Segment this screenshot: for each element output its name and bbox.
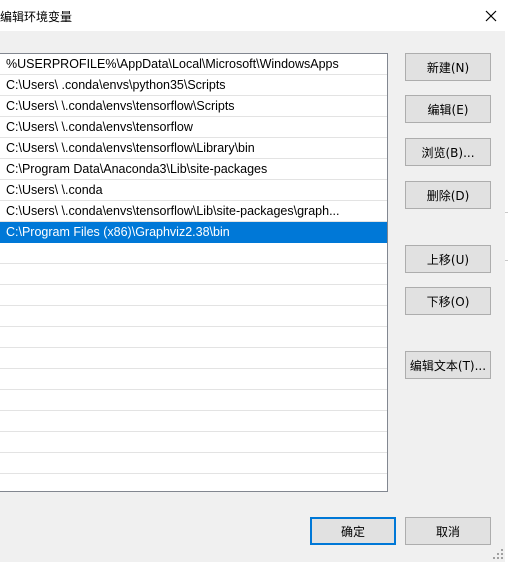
close-button[interactable] xyxy=(474,0,508,31)
path-list[interactable]: %USERPROFILE%\AppData\Local\Microsoft\Wi… xyxy=(0,53,388,492)
list-item-empty[interactable] xyxy=(0,327,387,348)
move-down-button[interactable]: 下移(O) xyxy=(405,287,491,315)
edit-button[interactable]: 编辑(E) xyxy=(405,95,491,123)
list-item-empty[interactable] xyxy=(0,369,387,390)
list-item[interactable]: C:\Users\ \.conda xyxy=(0,180,387,201)
list-item-empty[interactable] xyxy=(0,285,387,306)
move-up-button[interactable]: 上移(U) xyxy=(405,245,491,273)
list-item-empty[interactable] xyxy=(0,411,387,432)
cancel-button[interactable]: 取消 xyxy=(405,517,491,545)
list-item[interactable]: C:\Program Data\Anaconda3\Lib\site-packa… xyxy=(0,159,387,180)
list-item-empty[interactable] xyxy=(0,348,387,369)
list-item[interactable]: C:\Users\ \.conda\envs\tensorflow\Script… xyxy=(0,96,387,117)
list-item-empty[interactable] xyxy=(0,453,387,474)
list-item-empty[interactable] xyxy=(0,306,387,327)
window-title: 编辑环境变量 xyxy=(0,10,73,24)
list-item-selected[interactable]: C:\Program Files (x86)\Graphviz2.38\bin xyxy=(0,222,387,243)
title-bar: 编辑环境变量 xyxy=(0,0,508,31)
ok-button[interactable]: 确定 xyxy=(310,517,396,545)
close-icon xyxy=(485,10,497,21)
browse-button[interactable]: 浏览(B)... xyxy=(405,138,491,166)
list-item[interactable]: C:\Users\ .conda\envs\python35\Scripts xyxy=(0,75,387,96)
resize-grip-icon[interactable] xyxy=(492,548,504,560)
edit-environment-variable-dialog: 编辑环境变量 %USERPROFILE%\AppData\Local\Micro… xyxy=(0,0,508,562)
list-item-empty[interactable] xyxy=(0,432,387,453)
edit-text-button[interactable]: 编辑文本(T)... xyxy=(405,351,491,379)
list-item[interactable]: C:\Users\ \.conda\envs\tensorflow xyxy=(0,117,387,138)
list-item[interactable]: C:\Users\ \.conda\envs\tensorflow\Librar… xyxy=(0,138,387,159)
list-item-empty[interactable] xyxy=(0,474,387,491)
delete-button[interactable]: 删除(D) xyxy=(405,181,491,209)
list-item[interactable]: C:\Users\ \.conda\envs\tensorflow\Lib\si… xyxy=(0,201,387,222)
list-item-empty[interactable] xyxy=(0,264,387,285)
list-item[interactable]: %USERPROFILE%\AppData\Local\Microsoft\Wi… xyxy=(0,54,387,75)
list-item-empty[interactable] xyxy=(0,243,387,264)
list-item-empty[interactable] xyxy=(0,390,387,411)
new-button[interactable]: 新建(N) xyxy=(405,53,491,81)
